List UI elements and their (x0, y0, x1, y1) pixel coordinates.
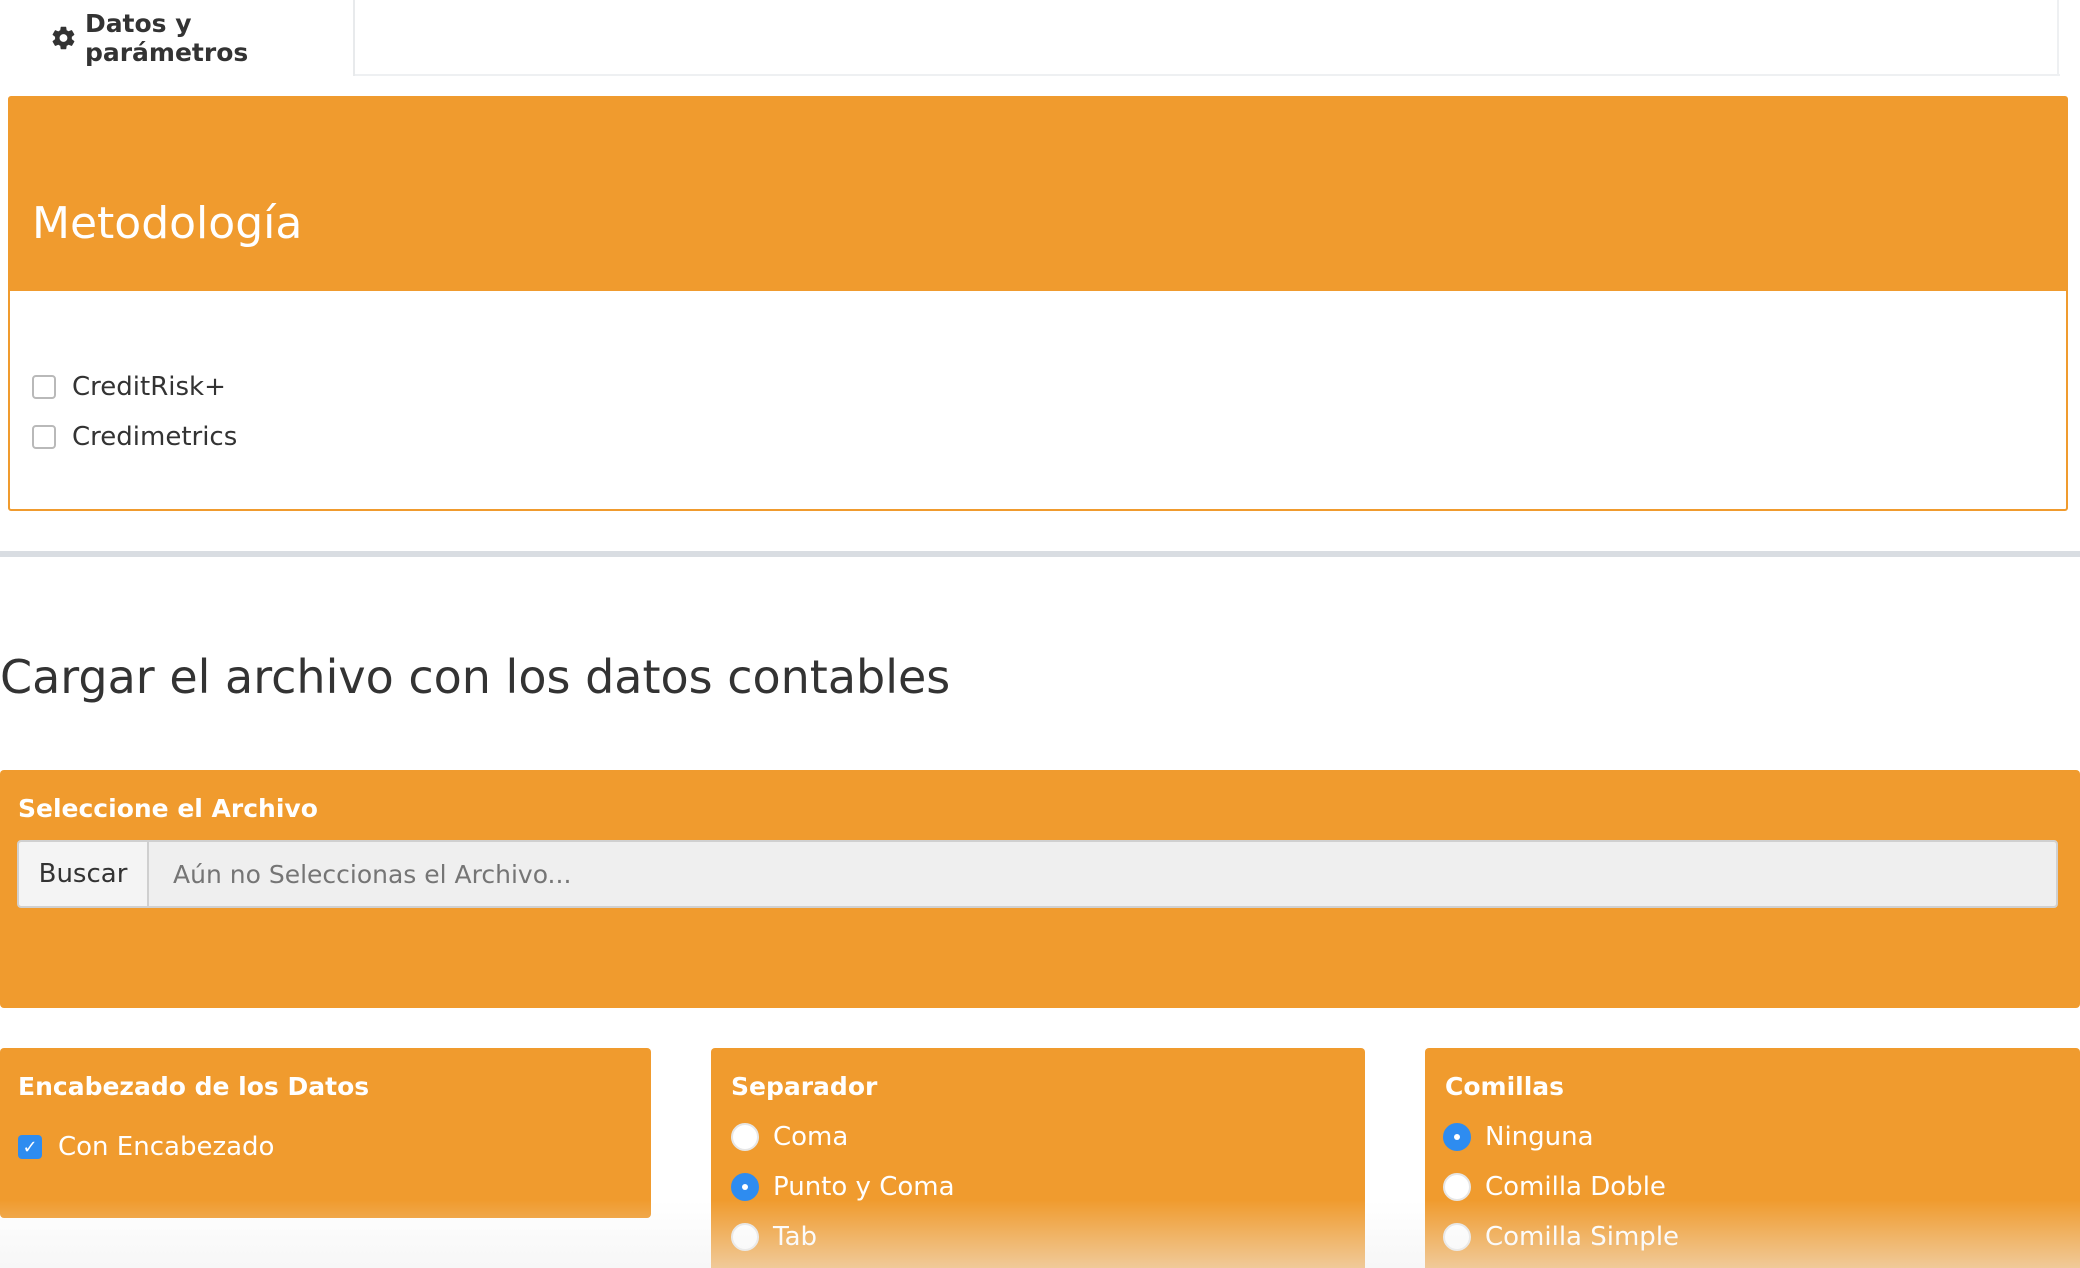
radio-label: Punto y Coma (773, 1172, 955, 1202)
checkbox-box[interactable] (32, 375, 56, 399)
tab-label: Datos y parámetros (84, 9, 249, 67)
checkmark-icon[interactable]: ✓ (18, 1135, 42, 1159)
radio-tab[interactable]: Tab (731, 1222, 817, 1252)
checkbox-con-encabezado[interactable]: ✓ Con Encabezado (18, 1132, 274, 1162)
radio-label: Comilla Simple (1485, 1222, 1680, 1252)
separator-panel: Separador Coma Punto y Coma Tab (711, 1048, 1365, 1268)
file-select-panel: Seleccione el Archivo Buscar (0, 770, 2080, 1008)
radio-button[interactable] (731, 1173, 759, 1201)
file-path-input[interactable] (149, 842, 2056, 906)
metodologia-panel: Metodología CreditRisk+ Credimetrics (8, 96, 2068, 511)
tab-strip-border (355, 74, 2060, 76)
checkbox-label: Con Encabezado (58, 1132, 275, 1162)
radio-button[interactable] (1443, 1123, 1471, 1151)
radio-label: Tab (773, 1222, 818, 1252)
radio-button[interactable] (1443, 1173, 1471, 1201)
checkbox-box[interactable] (32, 425, 56, 449)
radio-ninguna[interactable]: Ninguna (1443, 1122, 1594, 1152)
file-select-label: Seleccione el Archivo (18, 794, 318, 823)
radio-coma[interactable]: Coma (731, 1122, 848, 1152)
tab-datos-parametros[interactable]: Datos y parámetros (18, 0, 355, 76)
checkbox-label: CreditRisk+ (72, 372, 226, 402)
radio-button[interactable] (1443, 1223, 1471, 1251)
radio-label: Coma (773, 1122, 849, 1152)
checkbox-creditrisk[interactable]: CreditRisk+ (32, 372, 226, 402)
quotes-panel: Comillas Ninguna Comilla Doble Comilla S… (1425, 1048, 2080, 1268)
checkbox-label: Credimetrics (72, 422, 238, 452)
checkbox-credimetrics[interactable]: Credimetrics (32, 422, 237, 452)
separator-title: Separador (731, 1072, 878, 1101)
file-input-group: Buscar (17, 840, 2058, 908)
quotes-title: Comillas (1445, 1072, 1565, 1101)
header-options-title: Encabezado de los Datos (18, 1072, 370, 1101)
header-options-panel: Encabezado de los Datos ✓ Con Encabezado (0, 1048, 651, 1218)
gear-icon (52, 26, 75, 50)
radio-comilla-doble[interactable]: Comilla Doble (1443, 1172, 1666, 1202)
radio-button[interactable] (731, 1223, 759, 1251)
upload-heading: Cargar el archivo con los datos contable… (0, 650, 951, 704)
radio-label: Comilla Doble (1485, 1172, 1666, 1202)
metodologia-header: Metodología (10, 98, 2066, 291)
app-root: Datos y parámetros Metodología CreditRis… (0, 0, 2080, 1268)
radio-button[interactable] (731, 1123, 759, 1151)
metodologia-title: Metodología (32, 198, 303, 249)
radio-comilla-simple[interactable]: Comilla Simple (1443, 1222, 1679, 1252)
browse-button[interactable]: Buscar (19, 842, 149, 906)
section-divider (0, 551, 2080, 557)
radio-punto-y-coma[interactable]: Punto y Coma (731, 1172, 955, 1202)
tab-strip-right-border (2057, 0, 2059, 76)
radio-label: Ninguna (1485, 1122, 1594, 1152)
